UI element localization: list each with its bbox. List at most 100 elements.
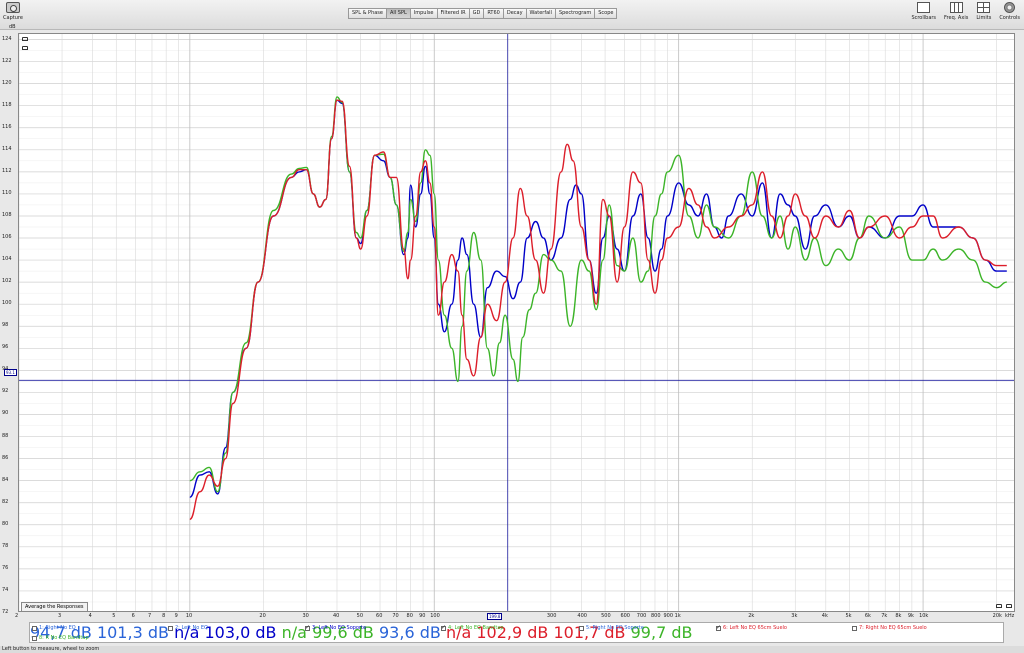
- y-tick-label: 86: [2, 454, 9, 461]
- legend-tag[interactable]: n/a: [282, 623, 307, 642]
- y-tick-label: 76: [2, 564, 9, 571]
- legend-item[interactable]: 5: Right No EQ Soporte: [579, 624, 644, 632]
- y-tick-label: 96: [2, 344, 9, 351]
- x-unit-label: kHz: [1005, 613, 1015, 619]
- y-tick-label: 84: [2, 476, 9, 483]
- x-tick-label: 4: [88, 613, 92, 619]
- legend-item[interactable]: 7: Right No EQ 65cm Suelo: [852, 624, 927, 632]
- y-tick-label: 120: [2, 79, 12, 86]
- tab-gd[interactable]: GD: [468, 8, 485, 19]
- visibility-toggle-icon[interactable]: [22, 37, 28, 41]
- legend-checkbox[interactable]: [441, 624, 446, 631]
- x-tick-label: 30: [302, 613, 309, 619]
- controls-button[interactable]: Controls: [999, 2, 1020, 21]
- tab-decay[interactable]: Decay: [502, 8, 527, 19]
- x-tick-label: 6k: [864, 613, 871, 619]
- x-tick-label: 600: [620, 613, 630, 619]
- tab-spectrogram[interactable]: Spectrogram: [554, 8, 596, 19]
- y-tick-label: 72: [2, 609, 9, 615]
- x-tick-label: 300: [546, 613, 557, 619]
- legend-item[interactable]: 3: Left No EQ Soporte: [305, 624, 366, 632]
- tab-impulse[interactable]: Impulse: [409, 8, 438, 19]
- x-tick-label: 90: [419, 613, 426, 619]
- x-tick-label: 800: [650, 613, 661, 619]
- legend-item[interactable]: 8: R No EQ Bandtap: [32, 634, 89, 642]
- y-tick-label: 106: [2, 234, 12, 241]
- legend-item[interactable]: 1: Right No EQ: [32, 624, 76, 632]
- series-line-3: [189, 99, 1007, 520]
- x-tick-label: 80: [406, 613, 413, 619]
- limits-icon: [977, 2, 991, 13]
- zoom-toggle-icon[interactable]: [1006, 604, 1012, 608]
- scrollbars-label: Scrollbars: [911, 15, 937, 21]
- x-tick-label: 9k: [907, 613, 914, 619]
- legend-item[interactable]: 2: Left No EQ: [168, 624, 208, 632]
- legend-name[interactable]: 8: R No EQ Bandtap: [39, 635, 89, 641]
- status-bar: Left button to measure, wheel to zoom: [0, 646, 1024, 653]
- toolbar: Capture dB SPL & Phase All SPL Impulse F…: [0, 0, 1024, 30]
- x-tick-label: 3: [58, 613, 62, 619]
- gear-icon: [1004, 2, 1016, 13]
- x-tick-label: 9: [174, 613, 178, 619]
- freq-axis-button[interactable]: Freq. Axis: [944, 2, 968, 21]
- tab-rt60[interactable]: RT60: [483, 8, 504, 19]
- scrollbars-icon: [917, 2, 931, 13]
- tab-filtered-ir[interactable]: Filtered IR: [436, 8, 470, 19]
- legend-item[interactable]: 6: Left No EQ 65cm Suelo: [716, 624, 787, 632]
- x-tick-label: 2: [15, 613, 19, 619]
- legend-name[interactable]: 7: Right No EQ 65cm Suelo: [859, 625, 927, 631]
- legend-checkbox[interactable]: [32, 635, 37, 641]
- y-tick-label: 98: [2, 322, 9, 329]
- y-tick-label: 104: [2, 256, 12, 263]
- tab-scope[interactable]: Scope: [594, 8, 618, 19]
- y-tick-label: 116: [2, 123, 12, 130]
- legend-name[interactable]: 2: Left No EQ: [175, 625, 208, 631]
- x-tick-label: 8: [162, 613, 166, 619]
- measurement-legend: 1: Right No EQ 94,7 dB 2: Left No EQ 101…: [29, 622, 1004, 643]
- tab-spl-phase[interactable]: SPL & Phase: [348, 8, 387, 19]
- y-tick-label: 114: [2, 145, 12, 152]
- y-unit-label: dB: [9, 24, 16, 30]
- legend-checkbox[interactable]: [168, 625, 173, 631]
- y-tick-label: 100: [2, 300, 12, 307]
- y-tick-label: 110: [2, 189, 12, 196]
- legend-item[interactable]: 4: Left No EQ Bandtap: [441, 624, 504, 632]
- cursor-x-readout: 199.8: [487, 613, 503, 620]
- limits-button[interactable]: Limits: [976, 2, 991, 21]
- legend-checkbox[interactable]: [32, 625, 37, 631]
- y-tick-label: 112: [2, 167, 12, 174]
- legend-name[interactable]: 3: Left No EQ Soporte: [312, 625, 366, 631]
- legend-name[interactable]: 5: Right No EQ Soporte: [586, 625, 644, 631]
- x-tick-label: 6: [131, 613, 135, 619]
- legend-value: 103,0 dB: [204, 623, 277, 642]
- tab-all-spl[interactable]: All SPL: [385, 8, 411, 19]
- legend-checkbox[interactable]: [579, 625, 584, 631]
- graph-tabs: SPL & Phase All SPL Impulse Filtered IR …: [348, 8, 618, 19]
- average-responses-button[interactable]: Average the Responses: [21, 602, 88, 612]
- zoom-toggle-icon[interactable]: [996, 604, 1002, 608]
- x-tick-label: 7: [147, 613, 152, 619]
- x-tick-label: 400: [577, 613, 587, 619]
- spl-graph[interactable]: [18, 33, 1015, 612]
- y-tick-label: 108: [2, 211, 12, 218]
- capture-button[interactable]: Capture: [2, 2, 24, 21]
- scrollbars-button[interactable]: Scrollbars: [911, 2, 936, 21]
- y-tick-label: 74: [2, 586, 9, 593]
- visibility-toggle-icon[interactable]: [22, 46, 28, 50]
- y-tick-label: 88: [2, 432, 9, 439]
- x-tick-label: 40: [332, 613, 340, 619]
- tab-waterfall[interactable]: Waterfall: [525, 8, 556, 19]
- x-tick-label: 700: [636, 613, 647, 619]
- legend-name[interactable]: 6: Left No EQ 65cm Suelo: [723, 625, 787, 631]
- x-tick-label: 4k: [821, 613, 828, 619]
- limits-label: Limits: [976, 15, 992, 21]
- x-tick-label: 5k: [845, 613, 852, 619]
- legend-checkbox[interactable]: [852, 625, 857, 631]
- legend-checkbox[interactable]: [716, 624, 721, 631]
- legend-name[interactable]: 1: Right No EQ: [39, 625, 76, 631]
- x-tick-label: 20k: [992, 613, 1002, 619]
- x-tick-label: 10k: [919, 613, 929, 619]
- spl-chart[interactable]: [19, 34, 1015, 612]
- legend-checkbox[interactable]: [305, 624, 310, 631]
- legend-name[interactable]: 4: Left No EQ Bandtap: [448, 625, 504, 631]
